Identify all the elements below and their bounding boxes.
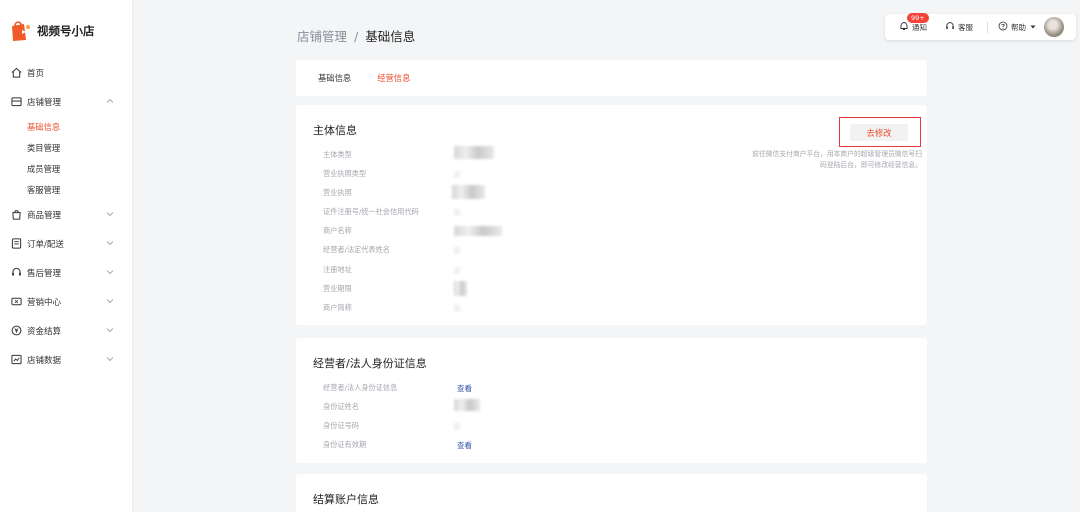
view-id-validity-link[interactable]: 查看 xyxy=(457,440,472,451)
field-legal-rep-name: 经营者/法定代表姓名 xyxy=(323,245,391,254)
chevron-down-icon xyxy=(106,355,114,363)
home-icon xyxy=(10,67,22,79)
modify-hint: 前往微信支付商户平台，用本商户的超级管理员微信号扫码登陆后台，即可修改经营信息。 xyxy=(752,150,922,169)
field-registered-address: 注册地址 xyxy=(323,265,352,274)
coupon-icon xyxy=(10,296,22,308)
field-business-term: 营业期限 xyxy=(323,284,352,293)
chevron-down-icon xyxy=(106,297,114,305)
nav-home[interactable]: 首页 xyxy=(0,58,132,87)
breadcrumb: 店铺管理 / 基础信息 xyxy=(297,26,415,45)
field-id-number: 身份证号码 xyxy=(323,421,359,430)
blurred-value xyxy=(452,185,485,199)
nav-goods[interactable]: 商品管理 xyxy=(0,200,132,229)
top-toolbar: 通知 99+ 客服 帮助 xyxy=(885,13,1076,40)
service-button[interactable]: 客服 xyxy=(945,21,973,33)
blurred-value xyxy=(454,423,460,430)
notify-badge: 99+ xyxy=(907,13,929,23)
chevron-down-icon xyxy=(106,268,114,276)
page-title: 基础信息 xyxy=(365,29,416,44)
headset-icon xyxy=(10,267,22,279)
chevron-down-icon xyxy=(106,239,114,247)
blurred-value xyxy=(454,209,460,216)
blurred-value xyxy=(454,171,460,178)
nav-store[interactable]: 店铺管理 xyxy=(0,87,132,116)
notify-button[interactable]: 通知 99+ xyxy=(899,13,929,33)
shop-bag-icon xyxy=(9,20,31,42)
field-registration-code: 证件注册号/统一社会信用代码 xyxy=(323,207,419,216)
store-icon xyxy=(10,96,22,108)
blurred-value xyxy=(454,226,502,236)
toolbar-divider xyxy=(987,21,988,33)
modify-highlight: 去修改 xyxy=(839,117,921,147)
nav-store-members[interactable]: 成员管理 xyxy=(0,158,132,179)
field-merchant-name: 商户名称 xyxy=(323,226,352,235)
nav-marketing-label: 营销中心 xyxy=(27,297,62,308)
legal-id-title: 经营者/法人身份证信息 xyxy=(313,357,427,370)
chevron-down-icon xyxy=(106,210,114,218)
logo[interactable]: 视频号小店 xyxy=(9,20,132,42)
nav-aftersale-label: 售后管理 xyxy=(27,268,62,279)
avatar[interactable] xyxy=(1044,17,1064,37)
field-merchant-short-name: 商户简称 xyxy=(323,303,352,312)
legal-id-card: 经营者/法人身份证信息 经营者/法人身份证信息 查看 身份证姓名 身份证号码 身… xyxy=(296,338,927,463)
field-id-name: 身份证姓名 xyxy=(323,402,359,411)
help-icon xyxy=(998,21,1008,33)
blurred-value xyxy=(454,247,460,254)
tab-business-info[interactable]: 经营信息 xyxy=(377,72,410,84)
bell-icon xyxy=(899,21,909,33)
blurred-value xyxy=(454,281,467,296)
nav-data[interactable]: 店铺数据 xyxy=(0,345,132,374)
subject-info-title: 主体信息 xyxy=(313,124,357,137)
tab-basic-info[interactable]: 基础信息 xyxy=(318,72,351,84)
help-label: 帮助 xyxy=(1011,22,1026,32)
settlement-title: 结算账户信息 xyxy=(313,493,379,506)
nav-home-label: 首页 xyxy=(27,68,45,79)
nav-store-service[interactable]: 客服管理 xyxy=(0,179,132,200)
help-button[interactable]: 帮助 xyxy=(998,21,1036,33)
nav-store-label: 店铺管理 xyxy=(27,97,62,108)
chart-icon xyxy=(10,354,22,366)
notify-label: 通知 xyxy=(912,22,927,32)
tab-bar: 基础信息 经营信息 xyxy=(296,60,927,96)
settlement-card: 结算账户信息 xyxy=(296,474,927,512)
breadcrumb-parent[interactable]: 店铺管理 xyxy=(297,29,347,44)
blurred-value xyxy=(454,305,460,312)
nav-store-basic-info[interactable]: 基础信息 xyxy=(0,116,132,137)
nav-marketing[interactable]: 营销中心 xyxy=(0,287,132,316)
nav-orders[interactable]: 订单/配送 xyxy=(0,229,132,258)
service-label: 客服 xyxy=(958,22,973,32)
modify-button[interactable]: 去修改 xyxy=(850,124,908,141)
subject-info-card: 主体信息 主体类型 营业执照类型 营业执照 证件注册号/统一社会信用代码 商户名… xyxy=(296,105,927,325)
caret-down-icon xyxy=(1030,23,1036,32)
nav-store-category[interactable]: 类目管理 xyxy=(0,137,132,158)
field-subject-type: 主体类型 xyxy=(323,150,352,159)
chevron-down-icon xyxy=(106,326,114,334)
blurred-value xyxy=(454,267,460,274)
field-id-validity: 身份证有效期 xyxy=(323,440,367,449)
main-nav: 首页 店铺管理 基础信息 类目管理 成员管理 客服管理 商品管理 订单/配送 售… xyxy=(0,58,132,374)
nav-settlement[interactable]: 资金结算 xyxy=(0,316,132,345)
money-icon xyxy=(10,325,22,337)
sidebar: 视频号小店 首页 店铺管理 基础信息 类目管理 成员管理 客服管理 商品管理 订… xyxy=(0,0,133,512)
field-license-type: 营业执照类型 xyxy=(323,169,367,178)
order-icon xyxy=(10,238,22,250)
nav-goods-label: 商品管理 xyxy=(27,210,62,221)
nav-settlement-label: 资金结算 xyxy=(27,326,62,337)
nav-aftersale[interactable]: 售后管理 xyxy=(0,258,132,287)
blurred-value xyxy=(454,146,494,159)
headset-icon xyxy=(945,21,955,33)
blurred-value xyxy=(454,399,480,411)
field-legal-id-info: 经营者/法人身份证信息 xyxy=(323,383,398,392)
app-title: 视频号小店 xyxy=(37,24,95,38)
shopping-bag-icon xyxy=(10,209,22,221)
chevron-up-icon xyxy=(106,97,114,105)
view-id-info-link[interactable]: 查看 xyxy=(457,383,472,394)
field-license: 营业执照 xyxy=(323,188,352,197)
breadcrumb-separator: / xyxy=(354,29,359,44)
nav-data-label: 店铺数据 xyxy=(27,355,62,366)
nav-orders-label: 订单/配送 xyxy=(27,239,64,250)
